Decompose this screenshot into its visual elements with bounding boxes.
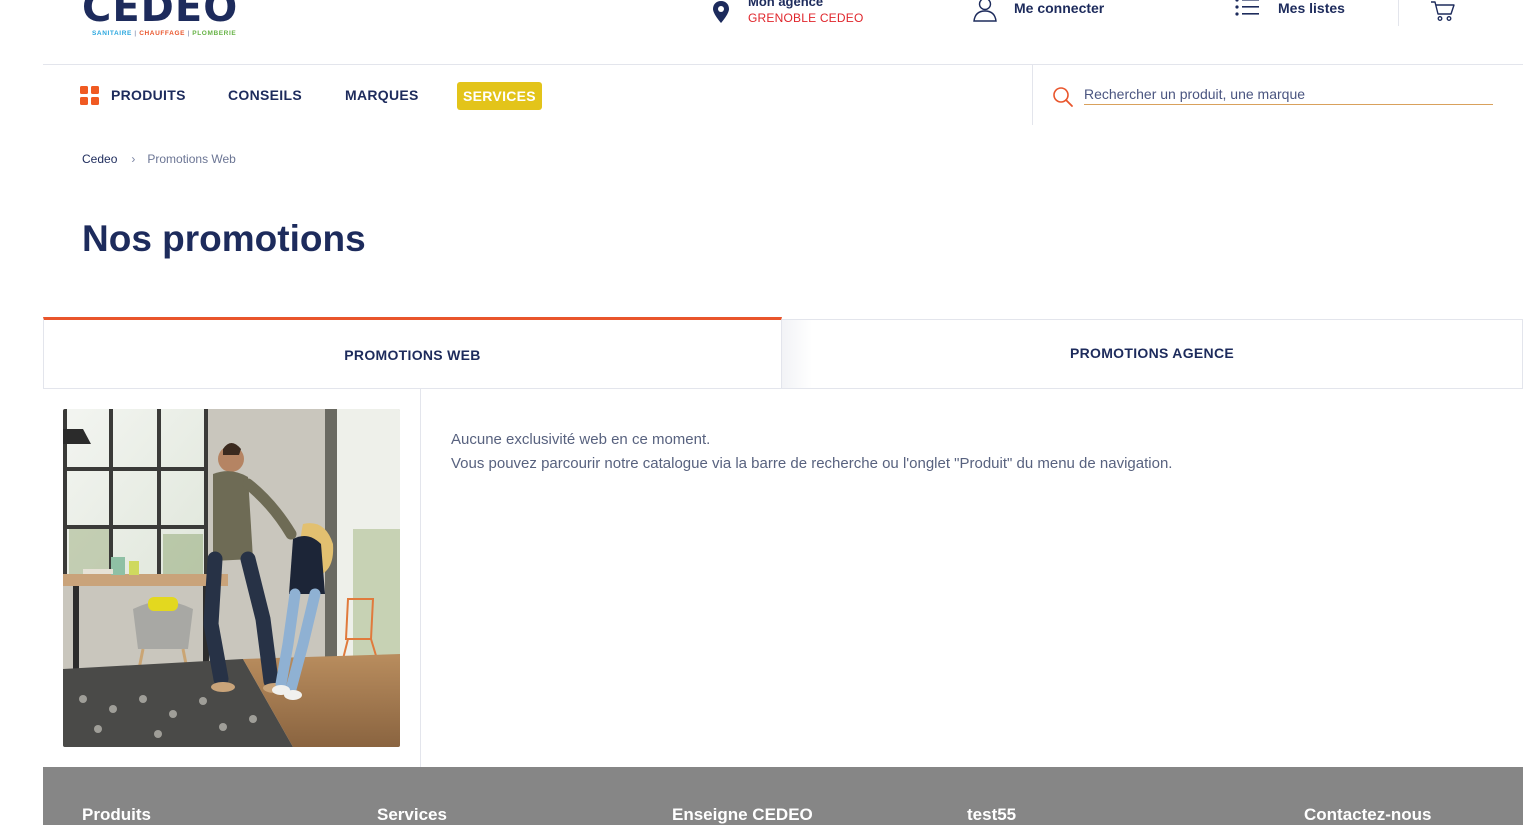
promotions-tabs: PROMOTIONS WEB PROMOTIONS AGENCE xyxy=(43,317,1523,389)
breadcrumb-current: Promotions Web xyxy=(147,152,236,166)
header-divider xyxy=(1398,0,1399,26)
search-input[interactable] xyxy=(1084,83,1493,105)
promo-illustration-photo xyxy=(63,409,400,747)
logo-tagline: SANITAIRE | CHAUFFAGE | PLOMBERIE xyxy=(92,30,237,37)
content-divider xyxy=(420,389,421,767)
page-title: Nos promotions xyxy=(82,218,366,259)
footer-col-test55[interactable]: test55 xyxy=(967,805,1016,825)
tab-promotions-agence[interactable]: PROMOTIONS AGENCE xyxy=(782,319,1523,389)
agency-name: GRENOBLE CEDEO xyxy=(748,11,864,25)
message-line-1: Aucune exclusivité web en ce moment. xyxy=(451,431,711,448)
breadcrumb-home[interactable]: Cedeo xyxy=(82,152,117,166)
main-nav: PRODUITS CONSEILS MARQUES SERVICES xyxy=(0,65,1537,125)
search-icon[interactable] xyxy=(1052,86,1074,108)
nav-divider xyxy=(1032,65,1033,125)
user-icon xyxy=(973,0,997,22)
logo-wordmark: CEDEO xyxy=(82,0,239,31)
footer-col-contact[interactable]: Contactez-nous xyxy=(1304,805,1432,825)
tagline-chauffage: CHAUFFAGE xyxy=(139,30,186,37)
tab-promotions-web[interactable]: PROMOTIONS WEB xyxy=(43,317,782,389)
nav-services-button[interactable]: SERVICES xyxy=(457,82,542,110)
tagline-sanitaire: SANITAIRE xyxy=(92,30,132,37)
agency-label: Mon agence xyxy=(748,0,824,9)
my-lists-label: Mes listes xyxy=(1278,0,1345,16)
nav-marques[interactable]: MARQUES xyxy=(345,87,419,103)
footer-col-produits[interactable]: Produits xyxy=(82,805,151,825)
footer: Produits Services Enseigne CEDEO test55 … xyxy=(43,767,1523,825)
tagline-plomberie: PLOMBERIE xyxy=(192,30,237,37)
cart-icon[interactable] xyxy=(1430,0,1456,24)
nav-produits[interactable]: PRODUITS xyxy=(111,87,186,103)
list-icon xyxy=(1235,0,1259,16)
footer-col-services[interactable]: Services xyxy=(377,805,447,825)
footer-col-enseigne[interactable]: Enseigne CEDEO xyxy=(672,805,813,825)
location-pin-icon xyxy=(713,1,729,23)
breadcrumb-separator: › xyxy=(131,152,136,166)
message-line-2: Vous pouvez parcourir notre catalogue vi… xyxy=(451,455,1173,472)
login-label: Me connecter xyxy=(1014,0,1105,16)
empty-promotions-message: Aucune exclusivité web en ce moment. Vou… xyxy=(451,428,1172,476)
breadcrumb: Cedeo › Promotions Web xyxy=(82,152,236,166)
nav-conseils[interactable]: CONSEILS xyxy=(228,87,302,103)
top-header: CEDEO SANITAIRE | CHAUFFAGE | PLOMBERIE … xyxy=(0,0,1537,64)
cedeo-logo[interactable]: CEDEO SANITAIRE | CHAUFFAGE | PLOMBERIE xyxy=(82,0,252,42)
grid-icon[interactable] xyxy=(80,86,99,105)
